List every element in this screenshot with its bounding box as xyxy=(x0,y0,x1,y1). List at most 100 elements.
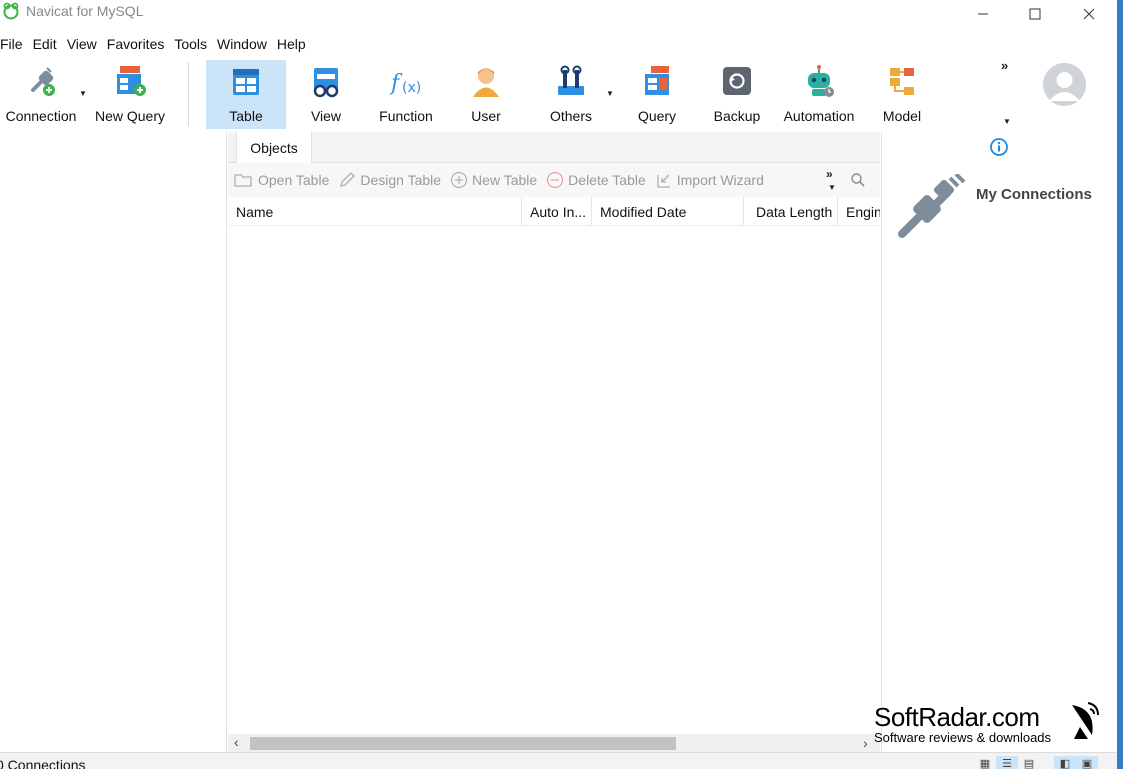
menu-edit[interactable]: Edit xyxy=(28,36,62,52)
menu-view[interactable]: View xyxy=(62,36,102,52)
others-tools-icon xyxy=(558,65,584,95)
connections-tree-pane[interactable] xyxy=(0,132,227,752)
menu-window[interactable]: Window xyxy=(212,36,272,52)
design-table-label: Design Table xyxy=(360,172,442,188)
detail-view-icon[interactable]: ☰ xyxy=(996,756,1018,769)
column-name[interactable]: Name xyxy=(228,197,522,226)
toolbar-overflow-button[interactable]: » xyxy=(1001,58,1008,73)
new-query-icon xyxy=(117,66,146,96)
menu-tools[interactable]: Tools xyxy=(169,36,212,52)
scrollbar-thumb[interactable] xyxy=(250,737,676,750)
folder-open-icon xyxy=(234,174,252,187)
tab-objects[interactable]: Objects xyxy=(236,132,312,163)
column-data-length[interactable]: Data Length xyxy=(744,197,838,226)
view-mode-switcher: ▦ ☰ ▤ ◧ ▣ xyxy=(974,756,1098,769)
watermark: SoftRadar.com Software reviews & downloa… xyxy=(874,702,1099,745)
model-label: Model xyxy=(882,108,922,124)
table-header: Name Auto In... Modified Date Data Lengt… xyxy=(228,197,880,226)
query-button[interactable]: Query xyxy=(628,60,686,130)
connection-label: Connection xyxy=(5,108,77,124)
close-button[interactable] xyxy=(1066,0,1112,28)
import-wizard-button[interactable]: Import Wizard xyxy=(655,171,764,189)
new-table-button[interactable]: New Table xyxy=(450,171,537,189)
automation-label: Automation xyxy=(783,108,855,124)
window-title: Navicat for MySQL xyxy=(26,3,144,19)
delete-table-button[interactable]: Delete Table xyxy=(546,171,646,189)
scroll-right-arrow-icon[interactable]: › xyxy=(863,735,868,751)
connection-plug-icon xyxy=(898,174,966,238)
backup-icon xyxy=(723,67,751,95)
menu-file[interactable]: File xyxy=(0,36,28,52)
others-dropdown-icon[interactable]: ▼ xyxy=(606,89,614,98)
svg-text:(x): (x) xyxy=(402,80,421,96)
my-connections-title: My Connections xyxy=(976,186,1092,203)
grid-view-icon[interactable]: ▤ xyxy=(1018,756,1040,769)
window-edge xyxy=(1117,0,1123,769)
connection-count: 0 Connections xyxy=(0,757,86,769)
view-label: View xyxy=(310,108,342,124)
list-view-icon[interactable]: ▦ xyxy=(974,756,996,769)
function-button[interactable]: f (x) Function xyxy=(370,60,442,130)
minimize-icon xyxy=(978,13,988,15)
import-wizard-label: Import Wizard xyxy=(676,172,764,188)
connection-button[interactable]: Connection xyxy=(2,60,80,130)
toolbar-overflow-dropdown-icon[interactable]: ▼ xyxy=(1003,117,1011,126)
tab-strip: Objects xyxy=(228,132,880,163)
automation-button[interactable]: Automation xyxy=(778,60,860,130)
title-bar: Navicat for MySQL xyxy=(0,0,1117,32)
user-button[interactable]: User xyxy=(458,60,514,130)
status-spacer xyxy=(1040,756,1054,769)
model-button[interactable]: Model xyxy=(876,60,928,130)
watermark-title: SoftRadar.com xyxy=(874,702,1040,732)
design-table-button[interactable]: Design Table xyxy=(338,171,441,189)
table-label: Table xyxy=(229,108,263,124)
object-toolbar: Open Table Design Table New Table Delete… xyxy=(228,163,880,197)
object-toolbar-overflow-button[interactable]: » xyxy=(826,167,833,181)
user-avatar[interactable] xyxy=(1043,63,1086,106)
object-toolbar-dropdown-icon[interactable]: ▼ xyxy=(828,183,836,192)
query-label: Query xyxy=(637,108,677,124)
menu-favorites[interactable]: Favorites xyxy=(102,36,170,52)
new-query-button[interactable]: New Query xyxy=(92,60,168,130)
model-icon xyxy=(890,68,914,95)
menu-bar: File Edit View Favorites Tools Window He… xyxy=(0,32,1117,56)
plug-add-icon xyxy=(31,67,55,96)
minimize-button[interactable] xyxy=(960,0,1006,28)
object-list[interactable] xyxy=(228,226,880,734)
column-engine[interactable]: Engin xyxy=(838,197,880,226)
view-button[interactable]: View xyxy=(294,60,358,130)
column-modified-date[interactable]: Modified Date xyxy=(592,197,744,226)
plus-circle-icon xyxy=(450,171,468,189)
status-bar: 0 Connections ▦ ☰ ▤ ◧ ▣ xyxy=(0,752,1117,769)
avatar-icon xyxy=(1043,63,1086,106)
column-auto-increment[interactable]: Auto In... xyxy=(522,197,592,226)
user-icon xyxy=(473,68,499,97)
others-button[interactable]: Others xyxy=(540,60,602,130)
function-label: Function xyxy=(379,108,433,124)
menu-help[interactable]: Help xyxy=(272,36,311,52)
new-query-label: New Query xyxy=(94,108,166,124)
svg-text:f: f xyxy=(389,71,403,96)
horizontal-scrollbar[interactable]: ‹ › xyxy=(228,734,880,752)
info-icon[interactable] xyxy=(989,137,1009,157)
scroll-left-arrow-icon[interactable]: ‹ xyxy=(234,734,239,750)
view-icon xyxy=(313,68,339,98)
toolbar-divider xyxy=(188,62,189,126)
query-icon xyxy=(645,66,669,95)
layout-toggle-icon[interactable]: ▣ xyxy=(1076,756,1098,769)
open-table-button[interactable]: Open Table xyxy=(234,172,329,188)
info-pane: My Connections xyxy=(881,132,1117,752)
connection-dropdown-icon[interactable]: ▼ xyxy=(79,89,87,98)
backup-button[interactable]: Backup xyxy=(708,60,766,130)
import-icon xyxy=(657,174,670,188)
new-table-label: New Table xyxy=(472,172,538,188)
delete-table-label: Delete Table xyxy=(568,172,646,188)
table-button[interactable]: Table xyxy=(206,60,286,129)
maximize-button[interactable] xyxy=(1012,0,1058,28)
info-panel-toggle-icon[interactable]: ◧ xyxy=(1054,756,1076,769)
close-icon xyxy=(1083,8,1095,20)
search-icon[interactable] xyxy=(850,172,866,188)
objects-pane: Objects Open Table Design Table New Tabl… xyxy=(228,132,880,752)
others-label: Others xyxy=(549,108,592,124)
watermark-subtitle: Software reviews & downloads xyxy=(874,730,1052,745)
